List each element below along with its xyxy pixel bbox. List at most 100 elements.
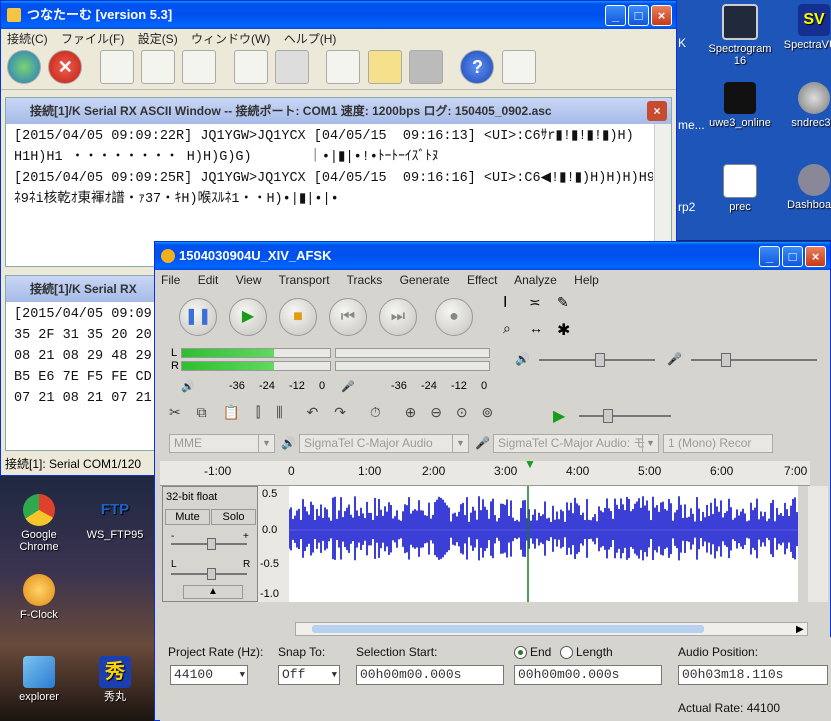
menu-file[interactable]: File bbox=[161, 273, 180, 287]
menu-help[interactable]: Help bbox=[574, 273, 599, 287]
sync-lock-icon[interactable]: ⏱ bbox=[370, 404, 381, 420]
output-volume-slider[interactable] bbox=[539, 353, 655, 367]
desktop-icon-spectravue[interactable]: SV SpectraVUE bbox=[777, 4, 831, 51]
microphone-icon[interactable]: 🎤 bbox=[341, 380, 355, 393]
copy-icon[interactable]: ⧉ bbox=[197, 404, 207, 420]
mute-button[interactable]: Mute bbox=[165, 509, 210, 525]
timeline-ruler[interactable]: -1:00 0 1:00 2:00 3:00 4:00 5:00 6:00 7:… bbox=[160, 457, 810, 486]
desktop-icon-hidemaru[interactable]: 秀 秀丸 bbox=[78, 656, 152, 703]
zoom-in-icon[interactable]: ⊕ bbox=[405, 404, 417, 420]
speaker-icon: 🔊 bbox=[281, 436, 296, 450]
pan-slider[interactable] bbox=[171, 568, 247, 580]
menu-settings[interactable]: 設定(S) bbox=[138, 32, 178, 46]
columns-icon[interactable] bbox=[182, 50, 217, 84]
input-channels-select[interactable]: 1 (Mono) Recor bbox=[663, 434, 773, 453]
desktop-icon-explorer[interactable]: explorer bbox=[2, 656, 76, 703]
redo-icon[interactable]: ↷ bbox=[334, 404, 346, 420]
cut-icon[interactable]: ✂ bbox=[169, 404, 181, 420]
play-speed-slider[interactable] bbox=[579, 409, 671, 423]
zoom-tool-icon[interactable]: ⌕ bbox=[503, 320, 511, 337]
tape-icon[interactable] bbox=[501, 50, 536, 84]
folder-icon[interactable] bbox=[367, 50, 402, 84]
document-icon[interactable] bbox=[141, 50, 176, 84]
solo-button[interactable]: Solo bbox=[211, 509, 256, 525]
output-device-select[interactable]: SigmaTel C-Major Audio ▼ bbox=[299, 434, 469, 453]
maximize-button[interactable]: □ bbox=[782, 246, 803, 267]
end-radio[interactable] bbox=[514, 646, 527, 659]
undo-icon[interactable]: ↶ bbox=[307, 404, 319, 420]
desktop-icon-spectrogram[interactable]: Spectrogram 16 bbox=[703, 4, 777, 67]
silence-icon[interactable]: ⫼ bbox=[276, 404, 282, 420]
play-button[interactable]: ▶ bbox=[229, 298, 267, 336]
skip-end-button[interactable]: ⏭ bbox=[379, 298, 417, 336]
menu-analyze[interactable]: Analyze bbox=[514, 273, 557, 287]
desktop-icon-prec[interactable]: prec bbox=[703, 164, 777, 213]
menu-tracks[interactable]: Tracks bbox=[347, 273, 383, 287]
horizontal-scrollbar[interactable] bbox=[295, 622, 808, 636]
desktop-icon-wsftp[interactable]: FTP WS_FTP95 bbox=[78, 494, 152, 541]
menu-generate[interactable]: Generate bbox=[400, 273, 450, 287]
menu-file[interactable]: ファイル(F) bbox=[61, 32, 124, 46]
fit-project-icon[interactable]: ⊚ bbox=[482, 404, 494, 420]
pause-button[interactable]: ❚❚ bbox=[179, 298, 217, 336]
vertical-scrollbar[interactable] bbox=[808, 486, 828, 602]
stop-button[interactable]: ■ bbox=[279, 298, 317, 336]
close-button[interactable]: × bbox=[805, 246, 826, 267]
selection-tool-icon[interactable]: I bbox=[503, 294, 507, 312]
collapse-track-icon[interactable]: ▲ bbox=[183, 585, 243, 599]
copy-icon[interactable] bbox=[275, 50, 310, 84]
waveform-area[interactable] bbox=[288, 486, 798, 602]
gain-slider[interactable] bbox=[171, 538, 247, 550]
menu-connect[interactable]: 接続(C) bbox=[7, 32, 48, 46]
audio-position-field[interactable]: 00h03m18.110s bbox=[678, 665, 828, 685]
desktop-icon-sndrec[interactable]: sndrec32 bbox=[777, 82, 831, 129]
desktop-icon-dashboard[interactable]: Dashboard bbox=[777, 164, 831, 211]
length-radio[interactable] bbox=[560, 646, 573, 659]
menu-edit[interactable]: Edit bbox=[198, 273, 219, 287]
desktop-icon-fclock[interactable]: F-Clock bbox=[2, 574, 76, 621]
menu-effect[interactable]: Effect bbox=[467, 273, 497, 287]
paste-icon[interactable]: 📋 bbox=[223, 404, 240, 420]
help-icon[interactable]: ? bbox=[460, 50, 495, 84]
snap-to-select[interactable]: Off ▼ bbox=[278, 665, 340, 685]
input-volume-slider[interactable] bbox=[691, 353, 817, 367]
play-at-speed-icon[interactable]: ▶ bbox=[553, 406, 565, 426]
globe-icon[interactable] bbox=[7, 50, 41, 84]
rx-window-1-titlebar[interactable]: 接続[1]/K Serial RX ASCII Window -- 接続ポート:… bbox=[6, 98, 671, 124]
minimize-button[interactable]: _ bbox=[605, 5, 626, 26]
desktop-icon-chrome[interactable]: Google Chrome bbox=[2, 494, 76, 553]
zoom-out-icon[interactable]: ⊖ bbox=[430, 404, 442, 420]
disk-icon[interactable] bbox=[409, 50, 444, 84]
timeshift-tool-icon[interactable]: ↔ bbox=[529, 320, 543, 336]
network-icon[interactable] bbox=[99, 50, 134, 84]
tunatam-titlebar[interactable]: つなたーむ [version 5.3] _ □ × bbox=[1, 1, 676, 29]
menu-view[interactable]: View bbox=[236, 273, 262, 287]
trim-icon[interactable]: ⫿ bbox=[256, 404, 260, 420]
input-device-select[interactable]: SigmaTel C-Major Audio: モ ▼ bbox=[493, 434, 659, 453]
selection-start-field[interactable]: 00h00m00.000s bbox=[356, 665, 504, 685]
edit-check-icon[interactable] bbox=[233, 50, 268, 84]
envelope-tool-icon[interactable]: ≍ bbox=[529, 294, 541, 311]
stop-icon[interactable]: ✕ bbox=[48, 50, 83, 84]
project-rate-select[interactable]: 44100 ▼ bbox=[170, 665, 248, 685]
desktop-icon-label: Google Chrome bbox=[19, 529, 59, 553]
record-button[interactable]: ● bbox=[435, 298, 473, 336]
minimize-button[interactable]: _ bbox=[759, 246, 780, 267]
menu-help[interactable]: ヘルプ(H) bbox=[284, 32, 337, 46]
desktop-icon-uwe3[interactable]: uwe3_online bbox=[703, 82, 777, 129]
scroll-right-icon[interactable]: ▶ bbox=[796, 624, 804, 635]
keyboard-icon[interactable] bbox=[326, 50, 361, 84]
menu-window[interactable]: ウィンドウ(W) bbox=[191, 32, 270, 46]
menu-transport[interactable]: Transport bbox=[279, 273, 330, 287]
close-button[interactable]: × bbox=[651, 5, 672, 26]
fit-selection-icon[interactable]: ⊙ bbox=[456, 404, 468, 420]
close-icon[interactable]: × bbox=[647, 101, 667, 121]
audio-host-select[interactable]: MME ▼ bbox=[169, 434, 275, 453]
draw-tool-icon[interactable]: ✎ bbox=[557, 294, 569, 311]
speaker-icon[interactable]: 🔊 bbox=[181, 380, 195, 393]
selection-end-field[interactable]: 00h00m00.000s bbox=[514, 665, 662, 685]
skip-start-button[interactable]: ⏮ bbox=[329, 298, 367, 336]
audacity-titlebar[interactable]: 1504030904U_XIV_AFSK _ □ × bbox=[155, 242, 830, 270]
multi-tool-icon[interactable]: ✱ bbox=[557, 320, 570, 340]
maximize-button[interactable]: □ bbox=[628, 5, 649, 26]
